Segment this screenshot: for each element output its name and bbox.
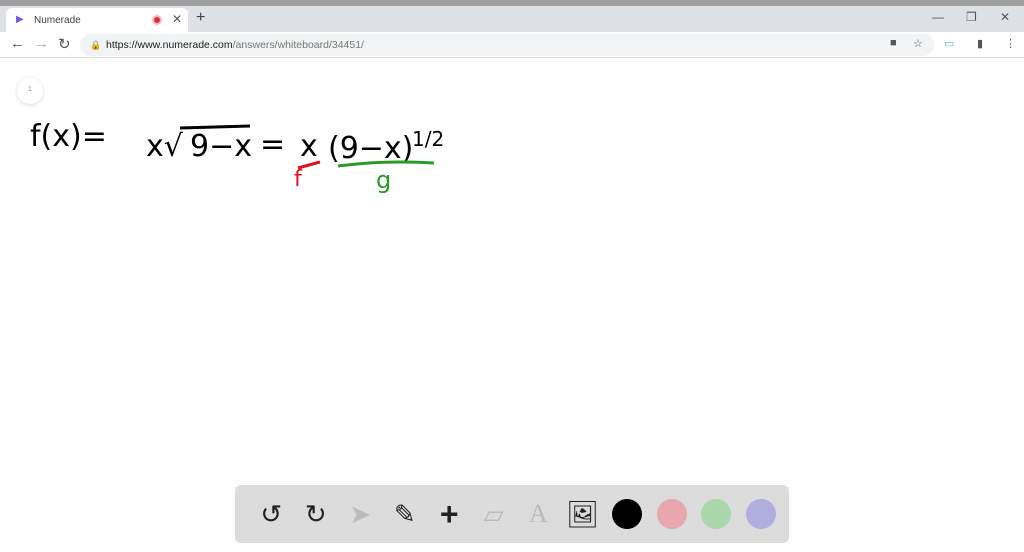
text-tool[interactable]: A (516, 494, 561, 534)
new-tab-button[interactable]: + (196, 9, 205, 27)
url-host: https://www.numerade.com (106, 39, 233, 51)
url-bar[interactable]: 🔒 https://www.numerade.com/answers/white… (80, 34, 934, 56)
cast-icon[interactable]: ▭ (944, 37, 954, 50)
handwriting-x-root: x√ (146, 129, 184, 164)
browser-tab[interactable]: ▶ Numerade ✕ (6, 8, 188, 32)
minimize-button[interactable]: — (932, 10, 944, 24)
address-bar-row: ← → ↻ 🔒 https://www.numerade.com/answers… (0, 32, 1024, 58)
eraser-tool[interactable]: ▱ (472, 494, 517, 534)
back-button[interactable]: ← (10, 35, 25, 52)
whiteboard-toolbar: ↺ ↻ ➤ ✎ + ▱ A 🖼 (235, 485, 789, 543)
image-tool[interactable]: 🖼 (561, 494, 606, 534)
forward-button[interactable]: → (34, 35, 49, 52)
color-red[interactable] (650, 494, 695, 534)
handwriting-x-term: x (300, 129, 318, 164)
color-black[interactable] (605, 494, 650, 534)
label-g: g (376, 166, 391, 194)
restore-button[interactable]: ❐ (966, 10, 977, 24)
lock-icon: 🔒 (90, 40, 102, 50)
tab-bar: ▶ Numerade ✕ + — ❐ ✕ (0, 6, 1024, 32)
add-tool[interactable]: + (427, 494, 472, 534)
label-f: f (294, 167, 303, 192)
reload-button[interactable]: ↻ (58, 35, 71, 53)
recording-icon (152, 15, 162, 25)
close-tab-icon[interactable]: ✕ (172, 12, 182, 26)
handwriting-radicand: 9−x (190, 129, 252, 164)
close-window-button[interactable]: ✕ (1000, 10, 1010, 24)
undo-button[interactable]: ↺ (249, 494, 294, 534)
menu-icon[interactable]: ⋮ (1005, 37, 1016, 50)
handwriting-exponent: 1/2 (412, 127, 444, 151)
handwriting-lhs: f(x)= (30, 119, 107, 154)
handwriting-equals: = (260, 127, 285, 162)
redo-button[interactable]: ↻ (294, 494, 339, 534)
pencil-tool[interactable]: ✎ (383, 494, 428, 534)
color-green[interactable] (694, 494, 739, 534)
camera-icon[interactable]: ■ (890, 37, 897, 49)
tab-title: Numerade (34, 14, 81, 26)
select-tool[interactable]: ➤ (338, 494, 383, 534)
extension-icon[interactable]: ▮ (977, 37, 983, 50)
radical-bar (179, 124, 251, 130)
whiteboard-canvas[interactable]: f(x)= x√ 9−x = x f (9−x) 1/2 g (0, 60, 1024, 480)
bookmark-star-icon[interactable]: ☆ (913, 37, 923, 50)
numerade-logo-icon: ▶ (16, 14, 24, 25)
url-path: /answers/whiteboard/34451/ (232, 39, 364, 51)
color-blue[interactable] (739, 494, 784, 534)
